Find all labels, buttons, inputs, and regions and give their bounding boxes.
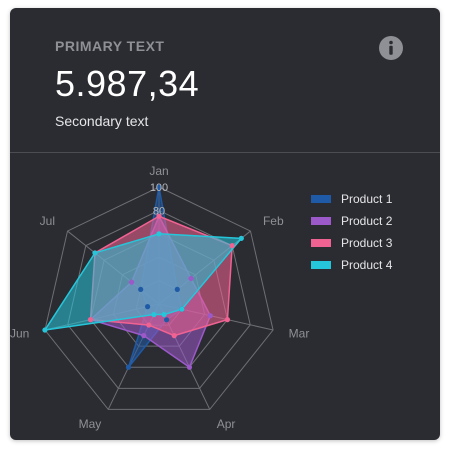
data-point [238, 235, 244, 241]
legend-item-product-4[interactable]: Product 4 [311, 254, 392, 276]
chart-card: PRIMARY TEXT 5.987,34 Secondary text 100… [10, 8, 440, 440]
data-point [224, 317, 231, 323]
legend-swatch [311, 261, 331, 269]
axis-label-jun: Jun [10, 327, 29, 341]
legend-swatch [311, 195, 331, 203]
tick-label: 100 [150, 182, 168, 194]
legend-label: Product 3 [341, 236, 393, 250]
data-point [144, 304, 151, 310]
data-point [141, 333, 147, 339]
data-point [128, 279, 135, 285]
data-point [229, 243, 235, 249]
data-point [156, 231, 162, 237]
data-point [164, 317, 170, 323]
legend-swatch [311, 239, 331, 247]
legend-label: Product 1 [341, 192, 393, 206]
data-point [186, 364, 193, 370]
data-point [151, 311, 157, 318]
data-point [161, 311, 167, 318]
data-point [188, 275, 194, 282]
legend-item-product-3[interactable]: Product 3 [311, 232, 392, 254]
data-point [174, 286, 180, 293]
data-point [171, 333, 177, 339]
legend-item-product-2[interactable]: Product 2 [311, 210, 392, 232]
axis-label-jul: Jul [40, 214, 55, 228]
data-point [138, 286, 144, 293]
legend-label: Product 2 [341, 214, 393, 228]
data-point [87, 317, 94, 323]
data-point [146, 322, 152, 328]
data-point [42, 327, 48, 333]
legend-label: Product 4 [341, 258, 393, 272]
data-point [125, 364, 132, 370]
axis-label-feb: Feb [263, 214, 284, 228]
axis-label-may: May [79, 417, 102, 431]
data-point [92, 250, 98, 256]
legend-item-product-1[interactable]: Product 1 [311, 188, 392, 210]
data-point [207, 313, 213, 319]
legend-swatch [311, 217, 331, 225]
axis-label-jan: Jan [149, 164, 168, 178]
tick-label: 80 [153, 205, 165, 217]
data-point [179, 306, 185, 312]
axis-label-apr: Apr [217, 417, 236, 431]
axis-label-mar: Mar [289, 327, 310, 341]
chart-legend: Product 1 Product 2 Product 3 Product 4 [311, 188, 392, 276]
